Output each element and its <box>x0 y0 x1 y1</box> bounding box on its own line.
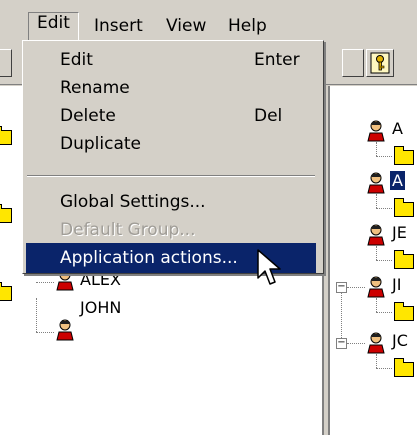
tree-line <box>376 246 377 260</box>
menu-item-label: Application actions... <box>60 248 238 268</box>
tree-line <box>347 287 365 288</box>
menu-help-label: Help <box>228 16 267 36</box>
folder-icon <box>0 204 12 223</box>
user-icon <box>367 224 385 246</box>
menu-insert[interactable]: Insert <box>88 12 149 40</box>
menu-insert-label: Insert <box>94 16 143 36</box>
menu-edit[interactable]: Edit <box>28 12 79 42</box>
tree-line <box>376 368 392 369</box>
user-icon <box>367 172 385 194</box>
right-tree-pane[interactable]: A A JE − JI − JC <box>328 86 417 435</box>
menu-item-label: Duplicate <box>60 134 141 154</box>
menu-item-rename[interactable]: Rename <box>26 73 316 103</box>
tree-node-label[interactable]: JE <box>392 223 407 242</box>
menu-item-edit[interactable]: Edit Enter <box>26 45 316 75</box>
user-icon <box>367 332 385 354</box>
menu-item-shortcut: Del <box>254 106 283 126</box>
menu-item-label: Default Group... <box>60 220 196 240</box>
menu-view[interactable]: View <box>160 12 212 40</box>
tree-line <box>376 208 392 209</box>
tree-line <box>36 298 37 332</box>
key-button[interactable] <box>366 49 394 77</box>
folder-icon <box>0 282 12 301</box>
tree-line <box>376 142 377 156</box>
menu-bar: Edit Insert View Help <box>0 0 417 44</box>
menu-item-duplicate[interactable]: Duplicate <box>26 129 316 159</box>
menu-separator <box>27 175 315 177</box>
tree-line <box>376 312 392 313</box>
menu-view-label: View <box>166 16 207 36</box>
menu-item-delete[interactable]: Delete Del <box>26 101 316 131</box>
tree-line <box>347 343 365 344</box>
tree-line <box>36 282 54 283</box>
tree-node-label[interactable]: JC <box>392 331 408 350</box>
folder-icon <box>394 358 414 377</box>
tree-line <box>376 354 377 368</box>
toolbar-button[interactable] <box>342 49 364 77</box>
user-icon <box>56 319 74 341</box>
menu-item-default-group: Default Group... <box>26 215 316 245</box>
menu-item-label: Rename <box>60 78 130 98</box>
toolbar-button[interactable] <box>0 49 12 77</box>
edit-dropdown-menu: Edit Enter Rename Delete Del Duplicate G… <box>22 40 324 274</box>
folder-icon <box>394 198 414 217</box>
tree-node-label-selected[interactable]: A <box>390 171 405 190</box>
tree-node-label[interactable]: JI <box>392 275 401 294</box>
menu-help[interactable]: Help <box>222 12 273 40</box>
tree-line <box>36 332 54 333</box>
tree-line <box>376 194 377 208</box>
menu-item-global-settings[interactable]: Global Settings... <box>26 187 316 217</box>
folder-icon <box>394 302 414 321</box>
tree-line <box>376 260 392 261</box>
folder-icon <box>394 250 414 269</box>
menu-edit-label: Edit <box>37 13 70 33</box>
tree-item-user[interactable]: JOHN <box>80 298 121 317</box>
key-icon <box>370 52 390 74</box>
menu-item-shortcut: Enter <box>254 50 300 70</box>
tree-line <box>376 156 392 157</box>
folder-icon <box>394 146 414 165</box>
mouse-pointer-icon <box>257 249 281 285</box>
tree-node-label[interactable]: A <box>392 119 403 138</box>
user-icon <box>367 120 385 142</box>
tree-line <box>376 298 377 312</box>
menu-item-label: Delete <box>60 106 116 126</box>
menu-item-label: Global Settings... <box>60 192 206 212</box>
collapse-toggle[interactable]: − <box>336 338 347 349</box>
folder-icon <box>0 126 12 145</box>
menu-item-label: Edit <box>60 50 93 70</box>
user-icon <box>367 276 385 298</box>
